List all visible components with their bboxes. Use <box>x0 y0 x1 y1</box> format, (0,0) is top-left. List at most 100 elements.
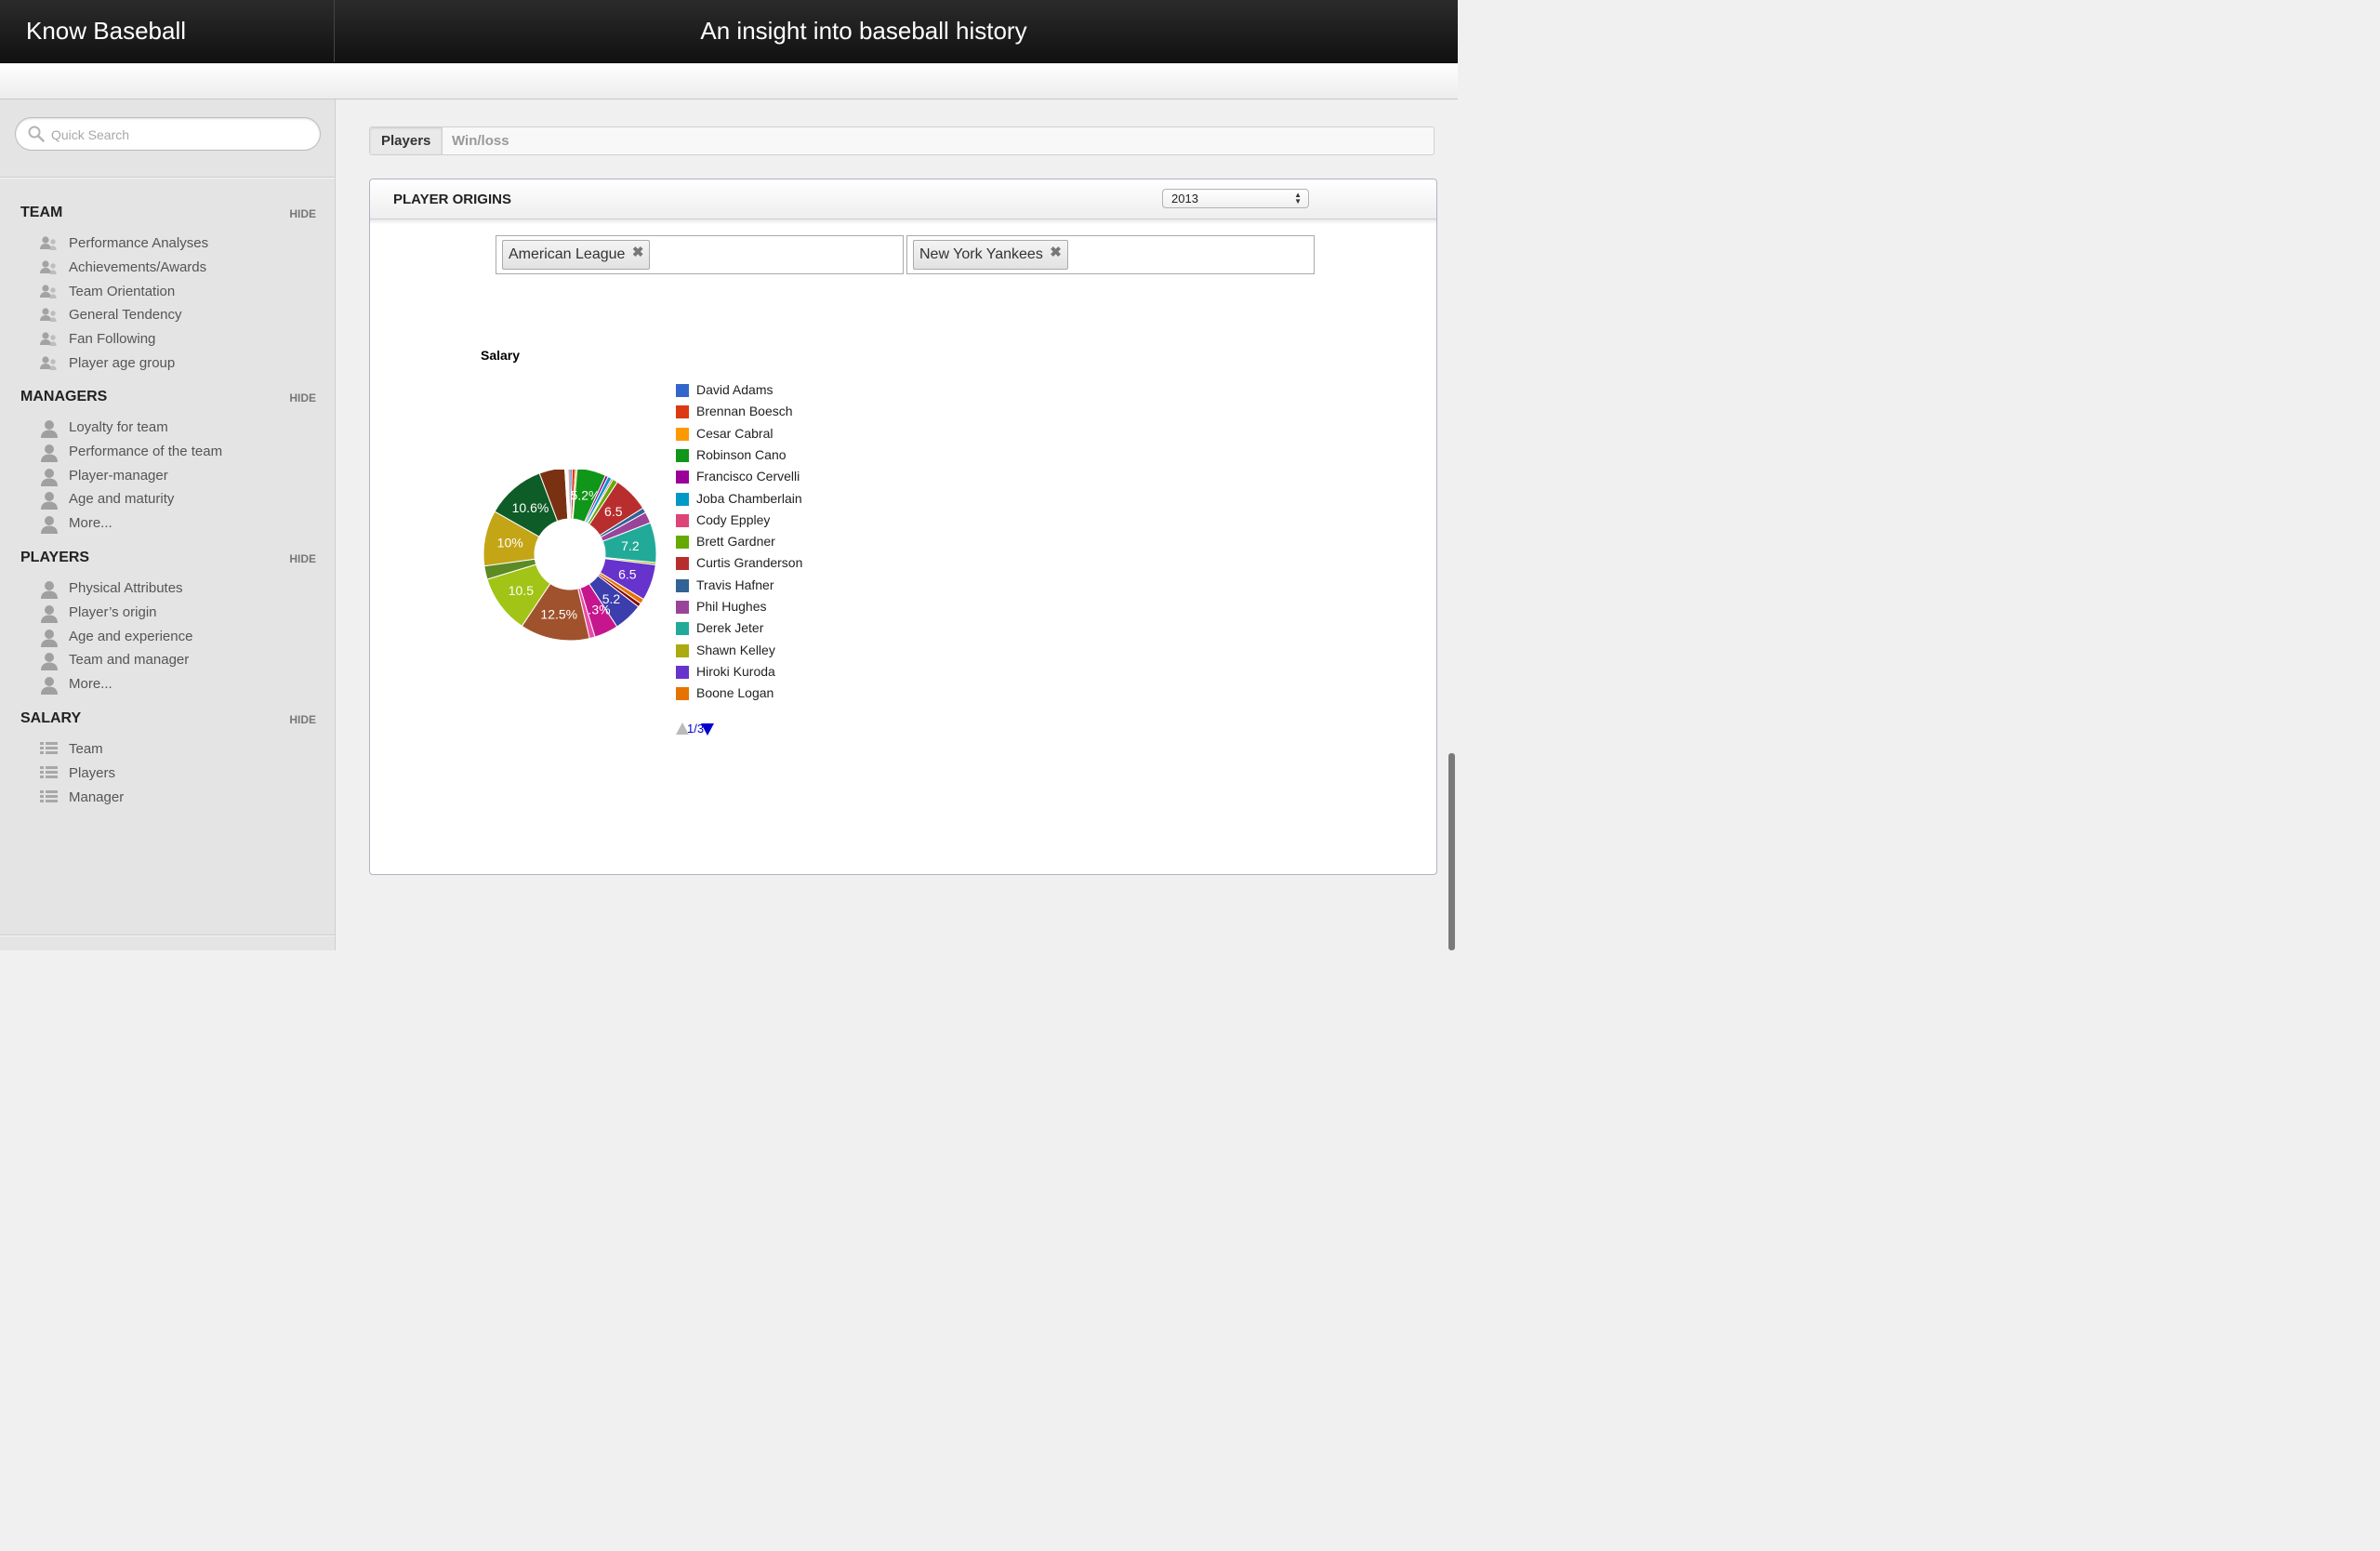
sidebar-item[interactable]: General Tendency <box>39 306 318 325</box>
legend-label: Boone Logan <box>696 685 774 701</box>
person-icon <box>39 580 60 599</box>
hide-section-button[interactable]: HIDE <box>289 713 316 726</box>
person-icon <box>39 444 60 462</box>
legend-label: Phil Hughes <box>696 599 767 614</box>
hide-section-button[interactable]: HIDE <box>289 391 316 404</box>
sidebar-item[interactable]: Age and maturity <box>39 490 318 510</box>
sidebar-item-label: Player’s origin <box>69 603 157 620</box>
legend-swatch <box>676 622 689 636</box>
legend-label: Cody Eppley <box>696 511 771 527</box>
legend-next-icon[interactable] <box>701 723 714 736</box>
remove-chip-icon[interactable]: ✖ <box>1050 239 1062 267</box>
year-select[interactable]: 2013 ▲ ▼ <box>1162 189 1309 208</box>
page-tagline: An insight into baseball history <box>700 17 1027 45</box>
sidebar-item[interactable]: Age and experience <box>39 628 318 647</box>
legend-swatch <box>676 405 689 419</box>
sidebar-item-label: Player-manager <box>69 467 168 484</box>
sidebar-item[interactable]: Fan Following <box>39 330 318 349</box>
legend-swatch <box>676 427 689 441</box>
sidebar-item-label: Physical Attributes <box>69 580 183 596</box>
slice-label: 10.6% <box>512 500 549 515</box>
league-filter[interactable]: American League ✖ <box>496 235 904 274</box>
search-input[interactable] <box>49 124 313 146</box>
legend-swatch <box>676 643 689 657</box>
tab-players[interactable]: Players <box>370 127 443 154</box>
filter-chip: American League ✖ <box>502 239 651 270</box>
sidebar-item[interactable]: Loyalty for team <box>39 418 318 438</box>
legend-label: Brennan Boesch <box>696 404 793 419</box>
sidebar-item-label: Performance of the team <box>69 443 223 459</box>
chart-title: Salary <box>481 348 521 363</box>
page-scrollbar[interactable] <box>1448 753 1455 950</box>
legend-swatch <box>676 557 689 571</box>
sidebar-item[interactable]: Player’s origin <box>39 603 318 623</box>
section-header: SALARY HIDE <box>20 710 316 729</box>
slice-label: 10% <box>497 536 523 550</box>
section-title: PLAYERS <box>20 550 90 565</box>
sidebar-item[interactable]: Team Orientation <box>39 283 318 301</box>
legend-label: Travis Hafner <box>696 577 774 592</box>
salary-donut-chart: 5.2%6.57.26.55.24.3%12.5%10.510%10.6% <box>483 470 657 642</box>
sidebar-item[interactable]: Manager <box>39 789 318 807</box>
legend-label: Robinson Cano <box>696 446 787 462</box>
remove-chip-icon[interactable]: ✖ <box>632 239 644 267</box>
sidebar-item[interactable]: Player-manager <box>39 467 318 486</box>
sidebar-item-label: Team and manager <box>69 652 190 669</box>
sidebar-item[interactable]: Team <box>39 740 318 759</box>
person-icon <box>39 676 60 696</box>
legend-swatch <box>676 601 689 614</box>
sidebar-item[interactable]: Team and manager <box>39 651 318 671</box>
quick-search[interactable] <box>15 117 321 151</box>
sidebar-item[interactable]: Achievements/Awards <box>39 258 318 277</box>
hide-section-button[interactable]: HIDE <box>289 207 316 220</box>
sidebar: TEAM HIDE Performance Analyses Achievements… <box>0 99 336 950</box>
person-icon <box>39 604 60 623</box>
sidebar-divider <box>0 177 335 179</box>
sidebar-item-label: More... <box>69 515 112 532</box>
sidebar-item-label: Loyalty for team <box>69 419 168 435</box>
group-icon <box>39 331 60 348</box>
sidebar-item-label: General Tendency <box>69 307 182 324</box>
filter-chip-label: New York Yankees <box>919 246 1043 262</box>
sidebar-item[interactable]: Physical Attributes <box>39 579 318 599</box>
group-icon <box>39 284 60 300</box>
legend-swatch <box>676 513 689 527</box>
hide-section-button[interactable]: HIDE <box>289 552 316 565</box>
person-icon <box>39 468 60 486</box>
section-header: TEAM HIDE <box>20 205 316 223</box>
legend-swatch <box>676 492 689 506</box>
sidebar-item-label: Performance Analyses <box>69 235 209 251</box>
legend-swatch <box>676 384 689 397</box>
legend-swatch <box>676 578 689 592</box>
sidebar-item[interactable]: Performance of the team <box>39 443 318 462</box>
sidebar-item[interactable]: More... <box>39 514 318 535</box>
group-icon <box>39 307 60 324</box>
sidebar-item-label: Player age group <box>69 355 176 371</box>
team-filter[interactable]: New York Yankees ✖ <box>906 235 1315 274</box>
person-icon <box>39 629 60 647</box>
person-icon <box>39 491 60 510</box>
sidebar-item[interactable]: Performance Analyses <box>39 234 318 253</box>
legend-label: Shawn Kelley <box>696 642 775 657</box>
legend-swatch <box>676 448 689 462</box>
app-header: Know Baseball An insight into baseball h… <box>0 0 1458 63</box>
section-title: TEAM <box>20 205 63 220</box>
brand-title[interactable]: Know Baseball <box>0 0 335 62</box>
section-title: MANAGERS <box>20 389 108 404</box>
slice-label: 7.2 <box>621 538 640 553</box>
sidebar-item[interactable]: Player age group <box>39 354 318 373</box>
legend-label: Cesar Cabral <box>696 425 774 441</box>
legend-swatch <box>676 471 689 484</box>
list-icon <box>39 765 60 782</box>
sidebar-item-label: Team Orientation <box>69 283 176 299</box>
panel-header: PLAYER ORIGINS 2013 ▲ ▼ <box>370 179 1436 219</box>
filter-chip-label: American League <box>509 246 626 262</box>
sidebar-item-label: Manager <box>69 789 125 805</box>
slice-label: 6.5 <box>604 504 623 519</box>
sidebar-item-label: More... <box>69 676 112 693</box>
sidebar-item-label: Team <box>69 741 103 757</box>
sidebar-item[interactable]: Players <box>39 764 318 783</box>
sidebar-item[interactable]: More... <box>39 675 318 696</box>
tab-winloss[interactable]: Win/loss <box>441 127 521 154</box>
search-icon <box>28 126 45 142</box>
